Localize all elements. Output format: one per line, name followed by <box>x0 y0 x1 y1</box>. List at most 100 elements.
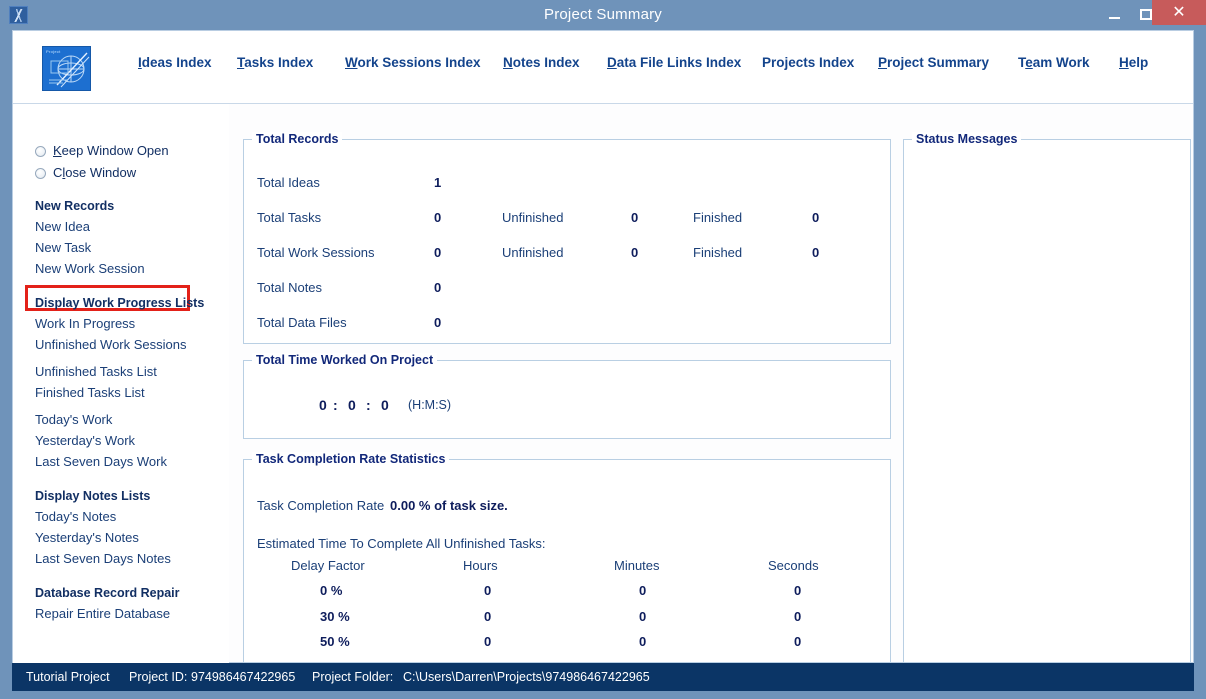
stat-row-2-minutes: 0 <box>639 634 647 649</box>
stat-row-2-hours: 0 <box>484 634 492 649</box>
estimated-time-label: Estimated Time To Complete All Unfinishe… <box>257 536 546 551</box>
sidebar-item-repair-entire-database[interactable]: Repair Entire Database <box>35 606 170 621</box>
minimize-button[interactable] <box>1098 0 1130 30</box>
stat-row-0-seconds: 0 <box>794 583 802 598</box>
record-finished-value-total-work-sessions: 0 <box>812 245 820 260</box>
status-project-folder: C:\Users\Darren\Projects\974986467422965 <box>403 670 650 684</box>
nav-link-data-file-links-index[interactable]: Data File Links Index <box>607 55 741 70</box>
stat-row-0-hours: 0 <box>484 583 492 598</box>
record-finished-label-total-tasks: Finished <box>693 210 743 225</box>
total-minutes-value: 0 <box>348 397 356 413</box>
close-button[interactable]: ✕ <box>1152 0 1206 25</box>
sidebar-item-finished-tasks-list[interactable]: Finished Tasks List <box>35 385 145 400</box>
task-rate-label: Task Completion Rate <box>257 498 385 513</box>
record-label-total-work-sessions: Total Work Sessions <box>257 245 375 260</box>
stat-row-1-hours: 0 <box>484 609 492 624</box>
record-label-total-data-files: Total Data Files <box>257 315 347 330</box>
time-units-label: (H:M:S) <box>408 398 452 412</box>
record-label-total-tasks: Total Tasks <box>257 210 322 225</box>
column-header-delay-factor: Delay Factor <box>291 558 365 573</box>
nav-link-projects-index[interactable]: Projects Index <box>762 55 854 70</box>
sidebar-heading-display-notes-lists: Display Notes Lists <box>35 489 151 503</box>
record-total-total-data-files: 0 <box>434 315 442 330</box>
record-unfinished-value-total-tasks: 0 <box>631 210 639 225</box>
window-title: Project Summary <box>543 6 663 23</box>
total-records-panel: Total Records Total Ideas 1 Total Tasks 0 Un… <box>243 132 891 344</box>
status-messages-panel: Status Messages <box>903 132 1191 663</box>
radio-dot-icon <box>35 146 46 157</box>
column-header-hours: Hours <box>463 558 498 573</box>
radio-label: Close Window <box>53 165 137 180</box>
column-header-minutes: Minutes <box>614 558 660 573</box>
record-unfinished-label-total-tasks: Unfinished <box>502 210 564 225</box>
status-project-name: Tutorial Project <box>26 670 110 684</box>
client-area: Project Ideas Index Tasks Index Work Sessi… <box>12 30 1194 663</box>
nav-link-notes-index[interactable]: Notes Index <box>503 55 580 70</box>
stat-row-2-factor: 50 % <box>320 634 350 649</box>
record-unfinished-value-total-work-sessions: 0 <box>631 245 639 260</box>
radio-label: Keep Window Open <box>53 143 169 158</box>
stat-row-2-seconds: 0 <box>794 634 802 649</box>
nav-link-ideas-index[interactable]: Ideas Index <box>138 55 212 70</box>
stat-row-1-seconds: 0 <box>794 609 802 624</box>
radio-dot-icon <box>35 168 46 179</box>
total-records-title: Total Records <box>252 132 343 146</box>
title-bar: Project Summary ✕ <box>0 0 1206 30</box>
status-messages-title: Status Messages <box>912 132 1022 146</box>
record-unfinished-label-total-work-sessions: Unfinished <box>502 245 564 260</box>
total-time-title: Total Time Worked On Project <box>252 353 438 367</box>
status-project-id: 974986467422965 <box>191 670 296 684</box>
logo-blueprint-icon <box>49 52 90 88</box>
nav-link-project-summary[interactable]: Project Summary <box>878 55 989 70</box>
sidebar-item-today-s-work[interactable]: Today's Work <box>35 412 112 427</box>
sidebar-item-unfinished-work-sessions[interactable]: Unfinished Work Sessions <box>35 337 187 352</box>
total-hours-value: 0 <box>319 397 327 413</box>
task-completion-panel: Task Completion Rate Statistics Task Com… <box>243 452 891 663</box>
column-header-seconds: Seconds <box>768 558 819 573</box>
stat-row-0-minutes: 0 <box>639 583 647 598</box>
nav-link-work-sessions-index[interactable]: Work Sessions Index <box>345 55 481 70</box>
sidebar-item-yesterday-s-work[interactable]: Yesterday's Work <box>35 433 135 448</box>
stat-row-0-factor: 0 % <box>320 583 343 598</box>
task-completion-title: Task Completion Rate Statistics <box>252 452 450 466</box>
sidebar-item-last-seven-days-notes[interactable]: Last Seven Days Notes <box>35 551 171 566</box>
sidebar-item-new-idea[interactable]: New Idea <box>35 219 90 234</box>
record-finished-label-total-work-sessions: Finished <box>693 245 743 260</box>
nav-link-tasks-index[interactable]: Tasks Index <box>237 55 313 70</box>
total-seconds-value: 0 <box>381 397 389 413</box>
status-project-id-label: Project ID: <box>129 670 188 684</box>
status-messages-body[interactable] <box>910 154 1184 656</box>
status-project-folder-label: Project Folder: <box>312 670 394 684</box>
sidebar-item-new-work-session[interactable]: New Work Session <box>35 261 145 276</box>
record-total-total-work-sessions: 0 <box>434 245 442 260</box>
sidebar-item-last-seven-days-work[interactable]: Last Seven Days Work <box>35 454 167 469</box>
close-icon: ✕ <box>1172 4 1186 21</box>
sidebar-item-today-s-notes[interactable]: Today's Notes <box>35 509 116 524</box>
sidebar: Keep Window Open Close Window New Records N… <box>13 104 229 663</box>
record-total-total-tasks: 0 <box>434 210 442 225</box>
sidebar-heading-display-work-progress-lists: Display Work Progress Lists <box>35 296 205 310</box>
sidebar-heading-database-record-repair: Database Record Repair <box>35 586 180 600</box>
maximize-icon <box>1140 9 1152 20</box>
nav-link-team-work[interactable]: Team Work <box>1018 55 1090 70</box>
record-label-total-notes: Total Notes <box>257 280 323 295</box>
record-finished-value-total-tasks: 0 <box>812 210 820 225</box>
application-window: Project Summary ✕ Project Ideas Index Ta… <box>0 0 1206 699</box>
stat-row-1-minutes: 0 <box>639 609 647 624</box>
time-separator-2: : <box>366 397 371 413</box>
stat-row-1-factor: 30 % <box>320 609 350 624</box>
app-logo: Project <box>42 46 91 91</box>
sidebar-item-new-task[interactable]: New Task <box>35 240 91 255</box>
sidebar-heading-new-records: New Records <box>35 199 115 213</box>
sidebar-item-yesterday-s-notes[interactable]: Yesterday's Notes <box>35 530 139 545</box>
minimize-icon <box>1109 17 1120 19</box>
sidebar-item-unfinished-tasks-list[interactable]: Unfinished Tasks List <box>35 364 157 379</box>
time-separator-1: : <box>333 397 338 413</box>
nav-link-help[interactable]: Help <box>1119 55 1148 70</box>
sidebar-item-work-in-progress[interactable]: Work In Progress <box>35 316 135 331</box>
main-navigation: Project Ideas Index Tasks Index Work Sessi… <box>13 31 1193 104</box>
status-bar: Tutorial Project Project ID: 97498646742… <box>12 663 1194 691</box>
record-total-total-notes: 0 <box>434 280 442 295</box>
record-label-total-ideas: Total Ideas <box>257 175 320 190</box>
record-total-total-ideas: 1 <box>434 175 442 190</box>
